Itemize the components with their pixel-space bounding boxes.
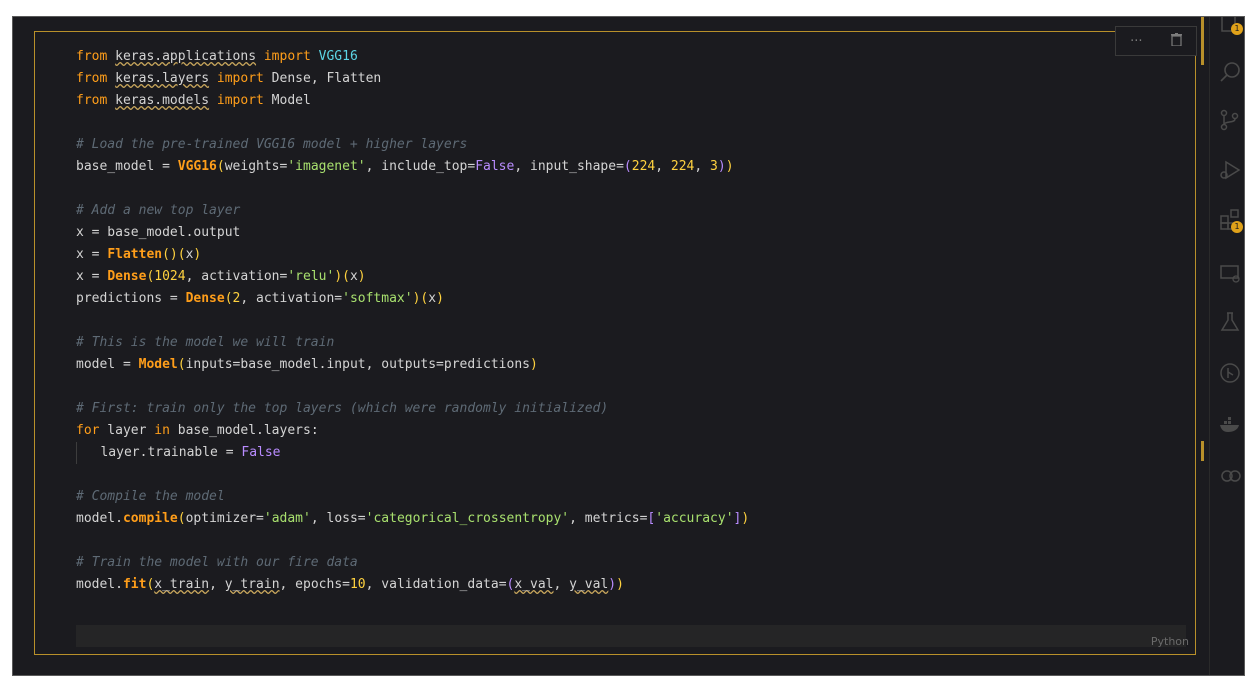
code-line: base_model = VGG16(weights='imagenet', i… (76, 159, 734, 174)
code-line: layer.trainable = False (76, 442, 749, 464)
search-icon[interactable] (1218, 60, 1242, 84)
scrollbar[interactable] (1199, 17, 1205, 675)
code-line: model = Model(inputs=base_model.input, o… (76, 357, 538, 372)
explorer-icon[interactable]: 1 (1218, 17, 1243, 35)
scrollbar-thumb[interactable] (1201, 17, 1204, 65)
extensions-icon[interactable]: 1 (1218, 207, 1243, 233)
delete-cell-icon[interactable] (1170, 32, 1182, 50)
scrollbar-marker (1201, 441, 1204, 461)
code-line: # Compile the model (76, 489, 225, 504)
activity-bar: 1 1 (1209, 17, 1244, 675)
source-control-icon[interactable] (1218, 108, 1242, 132)
language-label[interactable]: Python (1151, 635, 1189, 648)
git-graph-icon[interactable] (1218, 361, 1242, 385)
code-line: x = Dense(1024, activation='relu')(x) (76, 269, 366, 284)
cell-toolbar: ··· (1115, 26, 1197, 56)
extensions-badge: 1 (1231, 221, 1243, 233)
editor-window: ··· from keras.applications import VGG16… (12, 16, 1245, 676)
code-line: # First: train only the top layers (whic… (76, 401, 609, 416)
code-line: for layer in base_model.layers: (76, 423, 319, 438)
more-actions-icon[interactable]: ··· (1130, 34, 1142, 49)
remote-explorer-icon[interactable] (1218, 261, 1242, 285)
code-line: # Add a new top layer (76, 203, 241, 218)
notebook-cell[interactable]: ··· from keras.applications import VGG16… (34, 26, 1197, 655)
code-line: from keras.models import Model (76, 93, 311, 108)
testing-icon[interactable] (1218, 310, 1242, 334)
current-line-highlight (76, 625, 1186, 647)
explorer-badge: 1 (1231, 23, 1243, 35)
copilot-icon[interactable] (1218, 464, 1242, 488)
run-debug-icon[interactable] (1218, 158, 1242, 182)
docker-icon[interactable] (1218, 412, 1242, 436)
code-editor[interactable]: from keras.applications import VGG16 from… (76, 46, 749, 596)
code-line: from keras.applications import VGG16 (76, 49, 358, 64)
code-line: model.fit(x_train, y_train, epochs=10, v… (76, 577, 624, 592)
code-line: from keras.layers import Dense, Flatten (76, 71, 382, 86)
code-line: # Train the model with our fire data (76, 555, 358, 570)
code-line: predictions = Dense(2, activation='softm… (76, 291, 444, 306)
code-line: x = Flatten()(x) (76, 247, 202, 262)
code-line: x = base_model.output (76, 225, 241, 240)
code-line: model.compile(optimizer='adam', loss='ca… (76, 511, 750, 526)
code-line: # Load the pre-trained VGG16 model + hig… (76, 137, 468, 152)
code-line: # This is the model we will train (76, 335, 335, 350)
